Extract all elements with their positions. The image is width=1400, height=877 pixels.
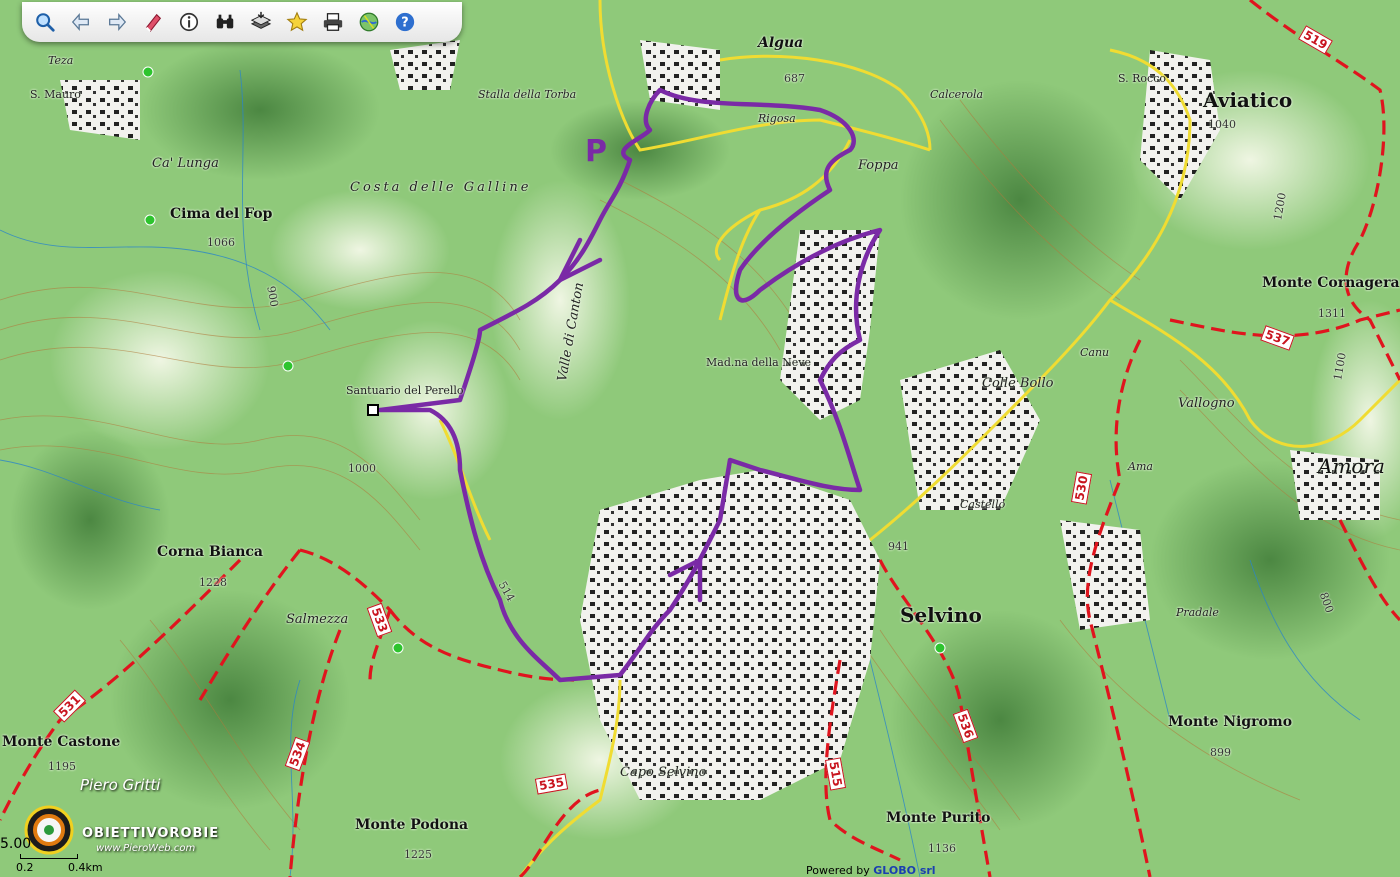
place-label-vallogno: Vallogno xyxy=(1178,396,1235,411)
place-label-ca-lunga: Ca' Lunga xyxy=(152,156,219,171)
back-button[interactable] xyxy=(66,8,95,37)
binoculars-button[interactable] xyxy=(210,8,239,37)
map-toolbar: ? xyxy=(22,2,462,42)
elevation-corna-bianca: 1228 xyxy=(199,576,227,589)
elevation-monte-castone: 1195 xyxy=(48,760,76,773)
peak-label-monte-castone: Monte Castone xyxy=(2,734,121,750)
binoculars-icon xyxy=(216,14,233,29)
place-label-calcerola: Calcerola xyxy=(930,88,984,101)
town-label-selvino: Selvino xyxy=(900,603,982,627)
place-label-santuario: Santuario del Perello xyxy=(346,384,464,397)
elevation-monte-podona: 1225 xyxy=(404,848,432,861)
contour-label: 1000 xyxy=(348,462,376,475)
scale-zoom-value: 5.00 xyxy=(0,836,32,852)
elevation-aviatico: 1040 xyxy=(1208,118,1236,131)
place-label-s-rocco: S. Rocco xyxy=(1118,72,1166,85)
place-label-capo-selvino: Capo Selvino xyxy=(620,765,707,780)
town-label-amora: Amora xyxy=(1318,454,1385,478)
place-label-colle-bollo: Colle Bollo xyxy=(982,376,1054,391)
elevation-algua: 687 xyxy=(784,72,805,85)
layers-button[interactable] xyxy=(246,8,275,37)
place-label-pradale: Pradale xyxy=(1176,606,1219,619)
elevation-selvino: 941 xyxy=(888,540,909,553)
scale-end-label: 0.4km xyxy=(68,861,103,874)
powered-by: Powered by GLOBO srl xyxy=(806,864,936,877)
place-label-ama: Ama xyxy=(1128,460,1153,473)
powered-prefix: Powered by xyxy=(806,864,874,877)
peak-label-corna-bianca: Corna Bianca xyxy=(157,544,263,560)
place-label-madonna-neve: Mad.na della Neve xyxy=(706,356,811,369)
author-credit: Piero Gritti xyxy=(80,776,161,794)
print-button[interactable] xyxy=(318,8,347,37)
info-icon xyxy=(179,12,198,32)
place-label-cavani: Canu xyxy=(1080,346,1110,359)
place-label-castello: Castello xyxy=(960,498,1006,511)
eraser-icon xyxy=(145,13,161,32)
back-arrow-icon xyxy=(71,12,89,32)
favorite-button[interactable] xyxy=(282,8,311,37)
parking-marker[interactable]: P xyxy=(585,134,607,169)
town-label-algua: Algua xyxy=(758,35,804,51)
place-label-rigosa: Rigosa xyxy=(758,112,796,125)
star-icon xyxy=(285,11,308,32)
eraser-button[interactable] xyxy=(138,8,167,37)
place-label-stalla-torba: Stalla della Torba xyxy=(478,88,577,101)
layers-icon xyxy=(250,11,271,29)
info-button[interactable] xyxy=(174,8,203,37)
peak-label-cima-del-fop: Cima del Fop xyxy=(170,206,273,222)
svg-text:?: ? xyxy=(401,16,408,31)
printer-icon xyxy=(323,13,342,31)
elevation-cima-del-fop: 1066 xyxy=(207,236,235,249)
help-icon: ? xyxy=(395,12,414,32)
peak-label-monte-podona: Monte Podona xyxy=(355,817,469,833)
place-label-foppa: Foppa xyxy=(858,158,899,173)
zoom-search-button[interactable] xyxy=(30,8,59,37)
place-label-s-mauro: S. Mauro xyxy=(30,88,81,101)
elevation-monte-purito: 1136 xyxy=(928,842,956,855)
elevation-monte-cornagera: 1311 xyxy=(1318,307,1346,320)
forward-button[interactable] xyxy=(102,8,131,37)
elevation-monte-nigromo: 899 xyxy=(1210,746,1231,759)
forward-arrow-icon xyxy=(108,12,126,32)
scale-mid-label: 0.2 xyxy=(16,861,34,874)
place-label-teza: Teza xyxy=(48,54,74,67)
brand-url: www.PieroWeb.com xyxy=(96,843,196,854)
peak-label-monte-nigromo: Monte Nigromo xyxy=(1168,714,1293,730)
place-label-costa-galline: Costa delle Galline xyxy=(350,180,532,195)
globe-button[interactable] xyxy=(354,8,383,37)
town-label-aviatico: Aviatico xyxy=(1203,88,1293,112)
powered-company-link[interactable]: GLOBO srl xyxy=(873,864,935,877)
topographic-map[interactable] xyxy=(0,0,1400,877)
peak-label-monte-purito: Monte Purito xyxy=(886,810,991,826)
place-label-salmezza: Salmezza xyxy=(286,612,349,627)
zoom-search-icon xyxy=(35,13,55,32)
help-button[interactable]: ? xyxy=(390,8,419,37)
brand-name: OBIETTIVOROBIE xyxy=(82,826,220,841)
globe-icon xyxy=(359,12,378,32)
map-scale-bar: 5.00 0.2 0.4km xyxy=(0,836,103,877)
peak-label-monte-cornagera: Monte Cornagera xyxy=(1262,275,1400,291)
